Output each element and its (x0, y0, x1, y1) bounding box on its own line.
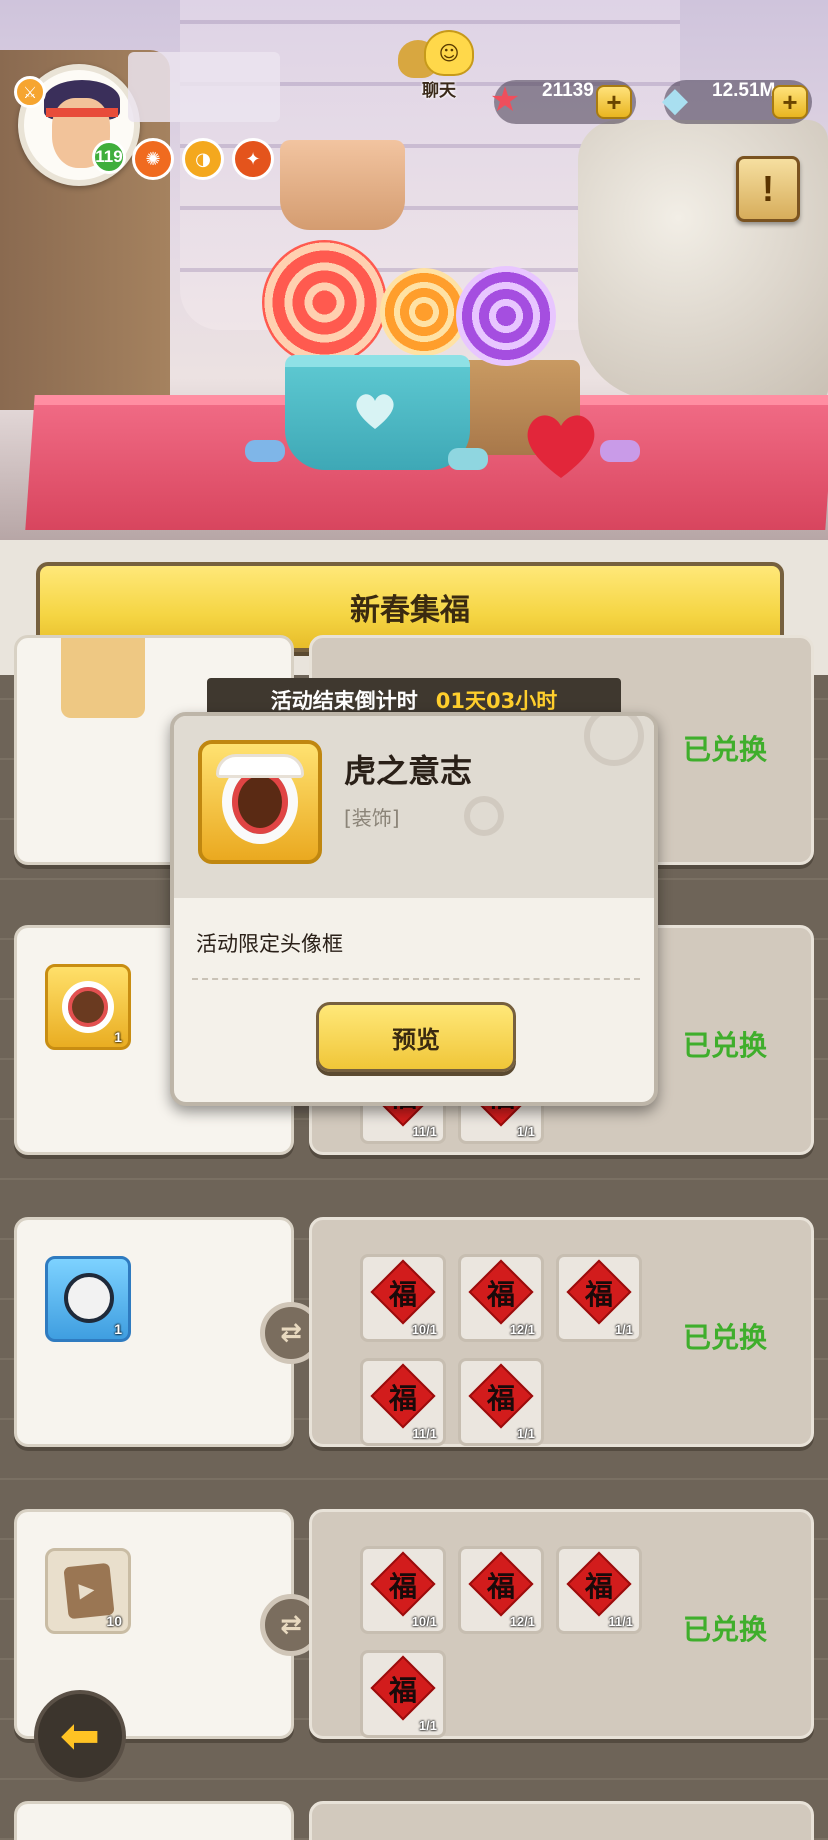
chat-label: 聊天 (422, 81, 456, 101)
fu-quantity: 11/1 (412, 1426, 437, 1441)
popup-header: 虎之意志 [装饰] (174, 716, 654, 898)
cost-slot (309, 1801, 814, 1840)
exchanged-status: 已兑换 (682, 1321, 767, 1354)
item-name: 虎之意志 (344, 752, 473, 790)
swirl-decoration (584, 716, 644, 766)
dashed-divider (192, 978, 640, 980)
countdown-value: 01天03小时 (435, 689, 558, 713)
add-shell-button[interactable]: + (772, 85, 808, 119)
avatar-frame-icon (62, 981, 114, 1033)
starfish-amount: 21139 (542, 80, 594, 101)
fu-quantity: 1/1 (516, 1426, 535, 1441)
fu-character: 福 (584, 1570, 613, 1603)
scroll-reward[interactable]: 10 (45, 1548, 131, 1634)
item-description: 活动限定头像框 (196, 932, 343, 956)
candy-basket (280, 140, 405, 230)
fu-character: 福 (388, 1382, 417, 1415)
title-badges: ✺ ◑ ✦ (132, 138, 274, 180)
wrapped-candy (600, 440, 640, 462)
exchanged-status: 已兑换 (682, 1029, 767, 1062)
fu-quantity: 11/1 (608, 1614, 633, 1629)
fu-quantity: 11/1 (412, 1124, 437, 1139)
fu-quantity: 1/1 (418, 1718, 437, 1733)
fu-card[interactable]: 福 1/1 (556, 1254, 642, 1342)
fu-character: 福 (486, 1278, 515, 1311)
starfish-currency: ★ 21139 + (490, 80, 636, 124)
item-detail-popup: 虎之意志 [装饰] 活动限定头像框 预览 (170, 712, 658, 1106)
fu-card[interactable]: 福 11/1 (556, 1546, 642, 1634)
lollipop-orange (380, 268, 468, 356)
fu-quantity: 1/1 (516, 1124, 535, 1139)
exchange-row: 10 ⇄ 福 10/1 福 12/1 福 11/1 (14, 1509, 814, 1739)
countdown-label: 活动结束倒计时 (270, 689, 418, 713)
fu-character: 福 (388, 1278, 417, 1311)
starfish-icon: ★ (489, 80, 521, 120)
add-starfish-button[interactable]: + (596, 85, 632, 119)
back-arrow-icon[interactable]: ⬅ (34, 1690, 126, 1782)
fu-character: 福 (486, 1382, 515, 1415)
avatar-frame-reward[interactable]: 1 (45, 964, 131, 1050)
sun-badge-icon[interactable]: ◑ (182, 138, 224, 180)
chat-button[interactable]: ☺ 聊天 (394, 26, 484, 101)
fire-badge-icon[interactable]: ✺ (132, 138, 174, 180)
fu-card[interactable]: 福 12/1 (458, 1254, 544, 1342)
reward-count: 1 (114, 1029, 122, 1045)
avatar-frame-item-icon (198, 740, 322, 864)
mascot-icon (64, 1273, 114, 1323)
fu-quantity: 12/1 (509, 1322, 535, 1337)
reward-slot (14, 1801, 294, 1840)
exchanged-status: 已兑换 (682, 733, 767, 766)
exchanged-status: 已兑换 (682, 1613, 767, 1646)
preview-button[interactable]: 预览 (316, 1002, 516, 1072)
heart-decoration-icon (527, 415, 595, 478)
quest-scroll-button[interactable]: ! (736, 156, 800, 222)
shell-currency: ◆ 12.51M + (662, 80, 812, 124)
item-category: [装饰] (344, 806, 400, 830)
wrapped-candy (245, 440, 285, 462)
swirl-decoration (464, 796, 504, 836)
shell-icon: ◆ (661, 80, 689, 120)
heart-icon (356, 394, 394, 429)
lollipop-red (262, 240, 387, 365)
fu-quantity: 10/1 (411, 1614, 437, 1629)
fu-card[interactable]: 福 1/1 (458, 1358, 544, 1446)
fu-quantity: 10/1 (411, 1322, 437, 1337)
fu-card[interactable]: 福 11/1 (360, 1358, 446, 1446)
chat-bubble-face-icon: ☺ (424, 30, 474, 76)
exchange-row-partial (14, 1801, 814, 1840)
fu-quantity: 1/1 (614, 1322, 633, 1337)
video-scroll-icon (63, 1562, 115, 1620)
fu-card[interactable]: 福 12/1 (458, 1546, 544, 1634)
reward-count: 1 (114, 1321, 122, 1337)
fu-character: 福 (584, 1278, 613, 1311)
fu-card[interactable]: 福 1/1 (360, 1650, 446, 1738)
fu-card[interactable]: 福 10/1 (360, 1546, 446, 1634)
shell-amount: 12.51M (712, 80, 776, 101)
fu-character: 福 (486, 1570, 515, 1603)
emblem-badge-icon[interactable]: ✦ (232, 138, 274, 180)
exchange-row: 1 ⇄ 福 10/1 福 12/1 福 1/1 福 11/1 福 1/1 已兑换 (14, 1217, 814, 1447)
fu-card[interactable]: 福 10/1 (360, 1254, 446, 1342)
reward-item-partial (61, 638, 145, 718)
fu-quantity: 12/1 (509, 1614, 535, 1629)
reward-count: 10 (106, 1613, 122, 1629)
cost-slot: 福 10/1 福 12/1 福 1/1 福 11/1 福 1/1 已兑换 (309, 1217, 814, 1447)
player-level-badge: 119 (92, 140, 126, 174)
reward-slot: 1 (14, 1217, 294, 1447)
lollipop-purple (456, 266, 556, 366)
fu-character: 福 (388, 1674, 417, 1707)
pet-reward[interactable]: 1 (45, 1256, 131, 1342)
wrapped-candy (448, 448, 488, 470)
avatar-headband (46, 108, 118, 117)
fu-character: 福 (388, 1570, 417, 1603)
candy-bucket (285, 355, 470, 470)
frame-hat (216, 754, 304, 778)
player-name-blurred (128, 52, 280, 122)
cost-slot: 福 10/1 福 12/1 福 11/1 福 1/1 已兑换 (309, 1509, 814, 1739)
sword-icon: ⚔ (14, 76, 46, 108)
